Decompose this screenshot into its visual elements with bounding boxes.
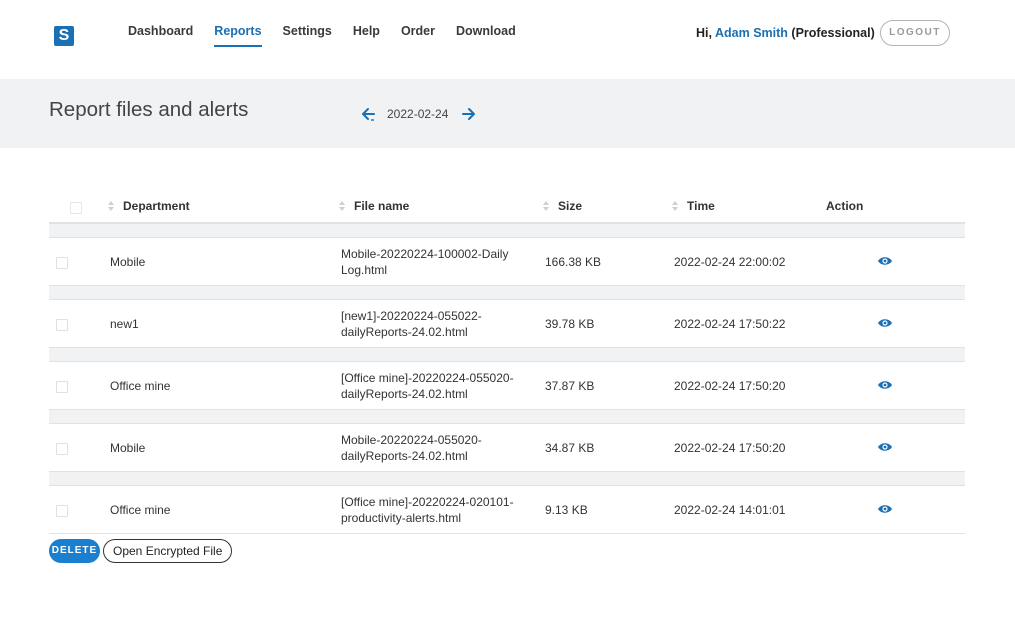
row-separator <box>49 348 965 362</box>
sort-icon <box>672 200 678 212</box>
eye-icon[interactable] <box>877 379 893 391</box>
current-date: 2022-02-24 <box>387 107 449 121</box>
reports-table: Department File name Size Time Action Mo… <box>49 194 965 534</box>
eye-icon[interactable] <box>877 441 893 453</box>
top-navigation: S Dashboard Reports Settings Help Order … <box>0 0 1015 79</box>
row-time: 2022-02-24 17:50:22 <box>674 317 786 331</box>
row-separator <box>49 472 965 486</box>
eye-icon[interactable] <box>877 255 893 267</box>
column-size[interactable]: Size <box>543 199 582 213</box>
row-file-name: [new1]-20220224-055022-dailyReports-24.0… <box>341 309 482 339</box>
row-file-name: [Office mine]-20220224-055020-dailyRepor… <box>341 371 514 401</box>
row-separator <box>49 224 965 238</box>
delete-button[interactable]: DELETE <box>49 539 100 563</box>
table-row: Mobile Mobile-20220224-055020-dailyRepor… <box>49 424 965 472</box>
app-logo[interactable]: S <box>54 26 74 46</box>
table-row: Mobile Mobile-20220224-100002-Daily Log.… <box>49 238 965 286</box>
eye-icon[interactable] <box>877 503 893 515</box>
user-name-link[interactable]: Adam Smith <box>715 26 788 40</box>
arrow-left-icon[interactable] <box>362 107 376 121</box>
user-greeting: Hi, Adam Smith (Professional) <box>696 26 875 40</box>
nav-reports[interactable]: Reports <box>214 24 262 47</box>
row-time: 2022-02-24 17:50:20 <box>674 379 786 393</box>
page-header: Report files and alerts 2022-02-24 <box>0 79 1015 148</box>
row-checkbox[interactable] <box>56 257 68 272</box>
sort-icon <box>108 200 114 212</box>
row-time: 2022-02-24 17:50:20 <box>674 441 786 455</box>
sort-icon <box>543 200 549 212</box>
row-department: Office mine <box>110 379 171 393</box>
main-nav: Dashboard Reports Settings Help Order Do… <box>128 24 537 47</box>
table-row: Office mine [Office mine]-20220224-02010… <box>49 486 965 534</box>
nav-settings[interactable]: Settings <box>283 24 332 47</box>
column-time-label: Time <box>687 199 715 213</box>
row-separator <box>49 286 965 300</box>
table-header: Department File name Size Time Action <box>49 194 965 224</box>
row-department: Mobile <box>110 255 146 269</box>
open-encrypted-file-button[interactable]: Open Encrypted File <box>103 539 233 563</box>
row-department: Mobile <box>110 441 146 455</box>
column-department-label: Department <box>123 199 190 213</box>
column-action-label: Action <box>826 199 864 213</box>
row-checkbox[interactable] <box>56 443 68 458</box>
row-size: 37.87 KB <box>545 379 595 393</box>
column-action: Action <box>826 199 863 213</box>
nav-order[interactable]: Order <box>401 24 435 47</box>
row-department: Office mine <box>110 503 171 517</box>
column-size-label: Size <box>558 199 583 213</box>
user-plan: (Professional) <box>791 26 875 40</box>
column-file-name[interactable]: File name <box>339 199 409 213</box>
select-all-checkbox[interactable] <box>70 202 82 214</box>
nav-help[interactable]: Help <box>353 24 380 47</box>
table-actions: DELETE Open Encrypted File <box>49 539 233 563</box>
greeting-text: Hi, <box>696 26 712 40</box>
row-file-name: [Office mine]-20220224-020101-productivi… <box>341 495 514 525</box>
row-size: 39.78 KB <box>545 317 595 331</box>
row-size: 34.87 KB <box>545 441 595 455</box>
column-file-name-label: File name <box>354 199 410 213</box>
row-checkbox[interactable] <box>56 319 68 334</box>
row-checkbox[interactable] <box>56 505 68 520</box>
page-title: Report files and alerts <box>49 98 249 121</box>
eye-icon[interactable] <box>877 317 893 329</box>
table-row: Office mine [Office mine]-20220224-05502… <box>49 362 965 410</box>
row-time: 2022-02-24 22:00:02 <box>674 255 786 269</box>
nav-dashboard[interactable]: Dashboard <box>128 24 193 47</box>
row-department: new1 <box>110 317 139 331</box>
sort-icon <box>339 200 345 212</box>
row-time: 2022-02-24 14:01:01 <box>674 503 786 517</box>
column-time[interactable]: Time <box>672 199 715 213</box>
row-size: 9.13 KB <box>545 503 588 517</box>
row-separator <box>49 410 965 424</box>
row-file-name: Mobile-20220224-100002-Daily Log.html <box>341 247 509 277</box>
logout-button[interactable]: LOGOUT <box>880 20 950 46</box>
row-file-name: Mobile-20220224-055020-dailyReports-24.0… <box>341 433 482 463</box>
nav-download[interactable]: Download <box>456 24 516 47</box>
arrow-right-icon[interactable] <box>461 107 476 121</box>
row-size: 166.38 KB <box>545 255 602 269</box>
date-navigator: 2022-02-24 <box>362 107 476 121</box>
row-checkbox[interactable] <box>56 381 68 396</box>
column-department[interactable]: Department <box>108 199 190 213</box>
table-row: new1 [new1]-20220224-055022-dailyReports… <box>49 300 965 348</box>
